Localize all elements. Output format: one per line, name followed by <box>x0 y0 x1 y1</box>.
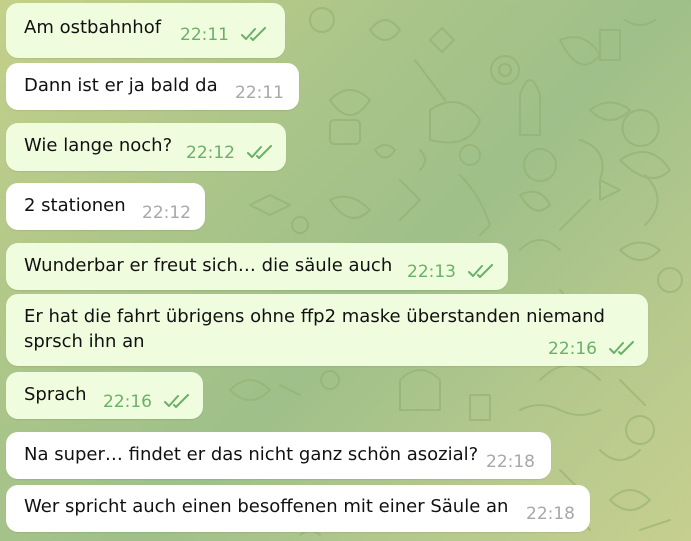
message-bubble[interactable]: Wie lange noch? 22:12 <box>6 123 286 171</box>
message-bubble[interactable]: Na super… findet er das nicht ganz schön… <box>6 432 551 479</box>
message-meta: 22:16 <box>103 392 191 412</box>
message-meta: 22:11 <box>180 25 268 45</box>
message-bubble[interactable]: 2 stationen 22:12 <box>6 183 205 230</box>
message-text: 2 stationen <box>24 195 126 216</box>
message-bubble[interactable]: Er hat die fahrt übrigens ohne ffp2 mask… <box>6 294 648 366</box>
message-bubble[interactable]: Wunderbar er freut sich… die säule auch … <box>6 243 508 290</box>
message-bubble[interactable]: Sprach 22:16 <box>6 372 203 419</box>
message-text-line-2: sprsch ihn an <box>24 331 145 352</box>
double-check-icon <box>468 264 494 278</box>
message-meta: 22:13 <box>407 262 495 282</box>
message-time: 22:16 <box>548 339 597 359</box>
message-bubble[interactable]: Am ostbahnhof 22:11 <box>6 3 285 58</box>
message-meta: 22:16 <box>548 339 636 359</box>
message-time: 22:18 <box>486 452 535 472</box>
message-time: 22:18 <box>526 504 575 524</box>
message-time: 22:11 <box>235 83 284 103</box>
message-meta: 22:18 <box>486 452 535 472</box>
double-check-icon <box>164 394 190 408</box>
message-bubble[interactable]: Wer spricht auch einen besoffenen mit ei… <box>6 485 590 532</box>
double-check-icon <box>609 341 635 355</box>
message-meta: 22:11 <box>235 83 284 103</box>
message-meta: 22:12 <box>142 203 191 223</box>
message-time: 22:12 <box>142 203 191 223</box>
message-bubble[interactable]: Dann ist er ja bald da 22:11 <box>6 63 299 110</box>
message-time: 22:12 <box>186 143 235 163</box>
message-meta: 22:12 <box>186 143 274 163</box>
double-check-icon <box>241 27 267 41</box>
message-time: 22:11 <box>180 25 229 45</box>
message-text: Am ostbahnhof <box>24 17 162 38</box>
message-time: 22:13 <box>407 262 456 282</box>
message-text: Wer spricht auch einen besoffenen mit ei… <box>24 496 509 517</box>
message-meta: 22:18 <box>526 504 575 524</box>
message-text: Dann ist er ja bald da <box>24 75 218 96</box>
double-check-icon <box>247 145 273 159</box>
message-text: Sprach <box>24 384 87 405</box>
message-text: Wie lange noch? <box>24 135 173 156</box>
message-text: Na super… findet er das nicht ganz schön… <box>24 444 479 465</box>
message-time: 22:16 <box>103 392 152 412</box>
message-text: Wunderbar er freut sich… die säule auch <box>24 255 393 276</box>
message-text-line-1: Er hat die fahrt übrigens ohne ffp2 mask… <box>24 306 605 327</box>
